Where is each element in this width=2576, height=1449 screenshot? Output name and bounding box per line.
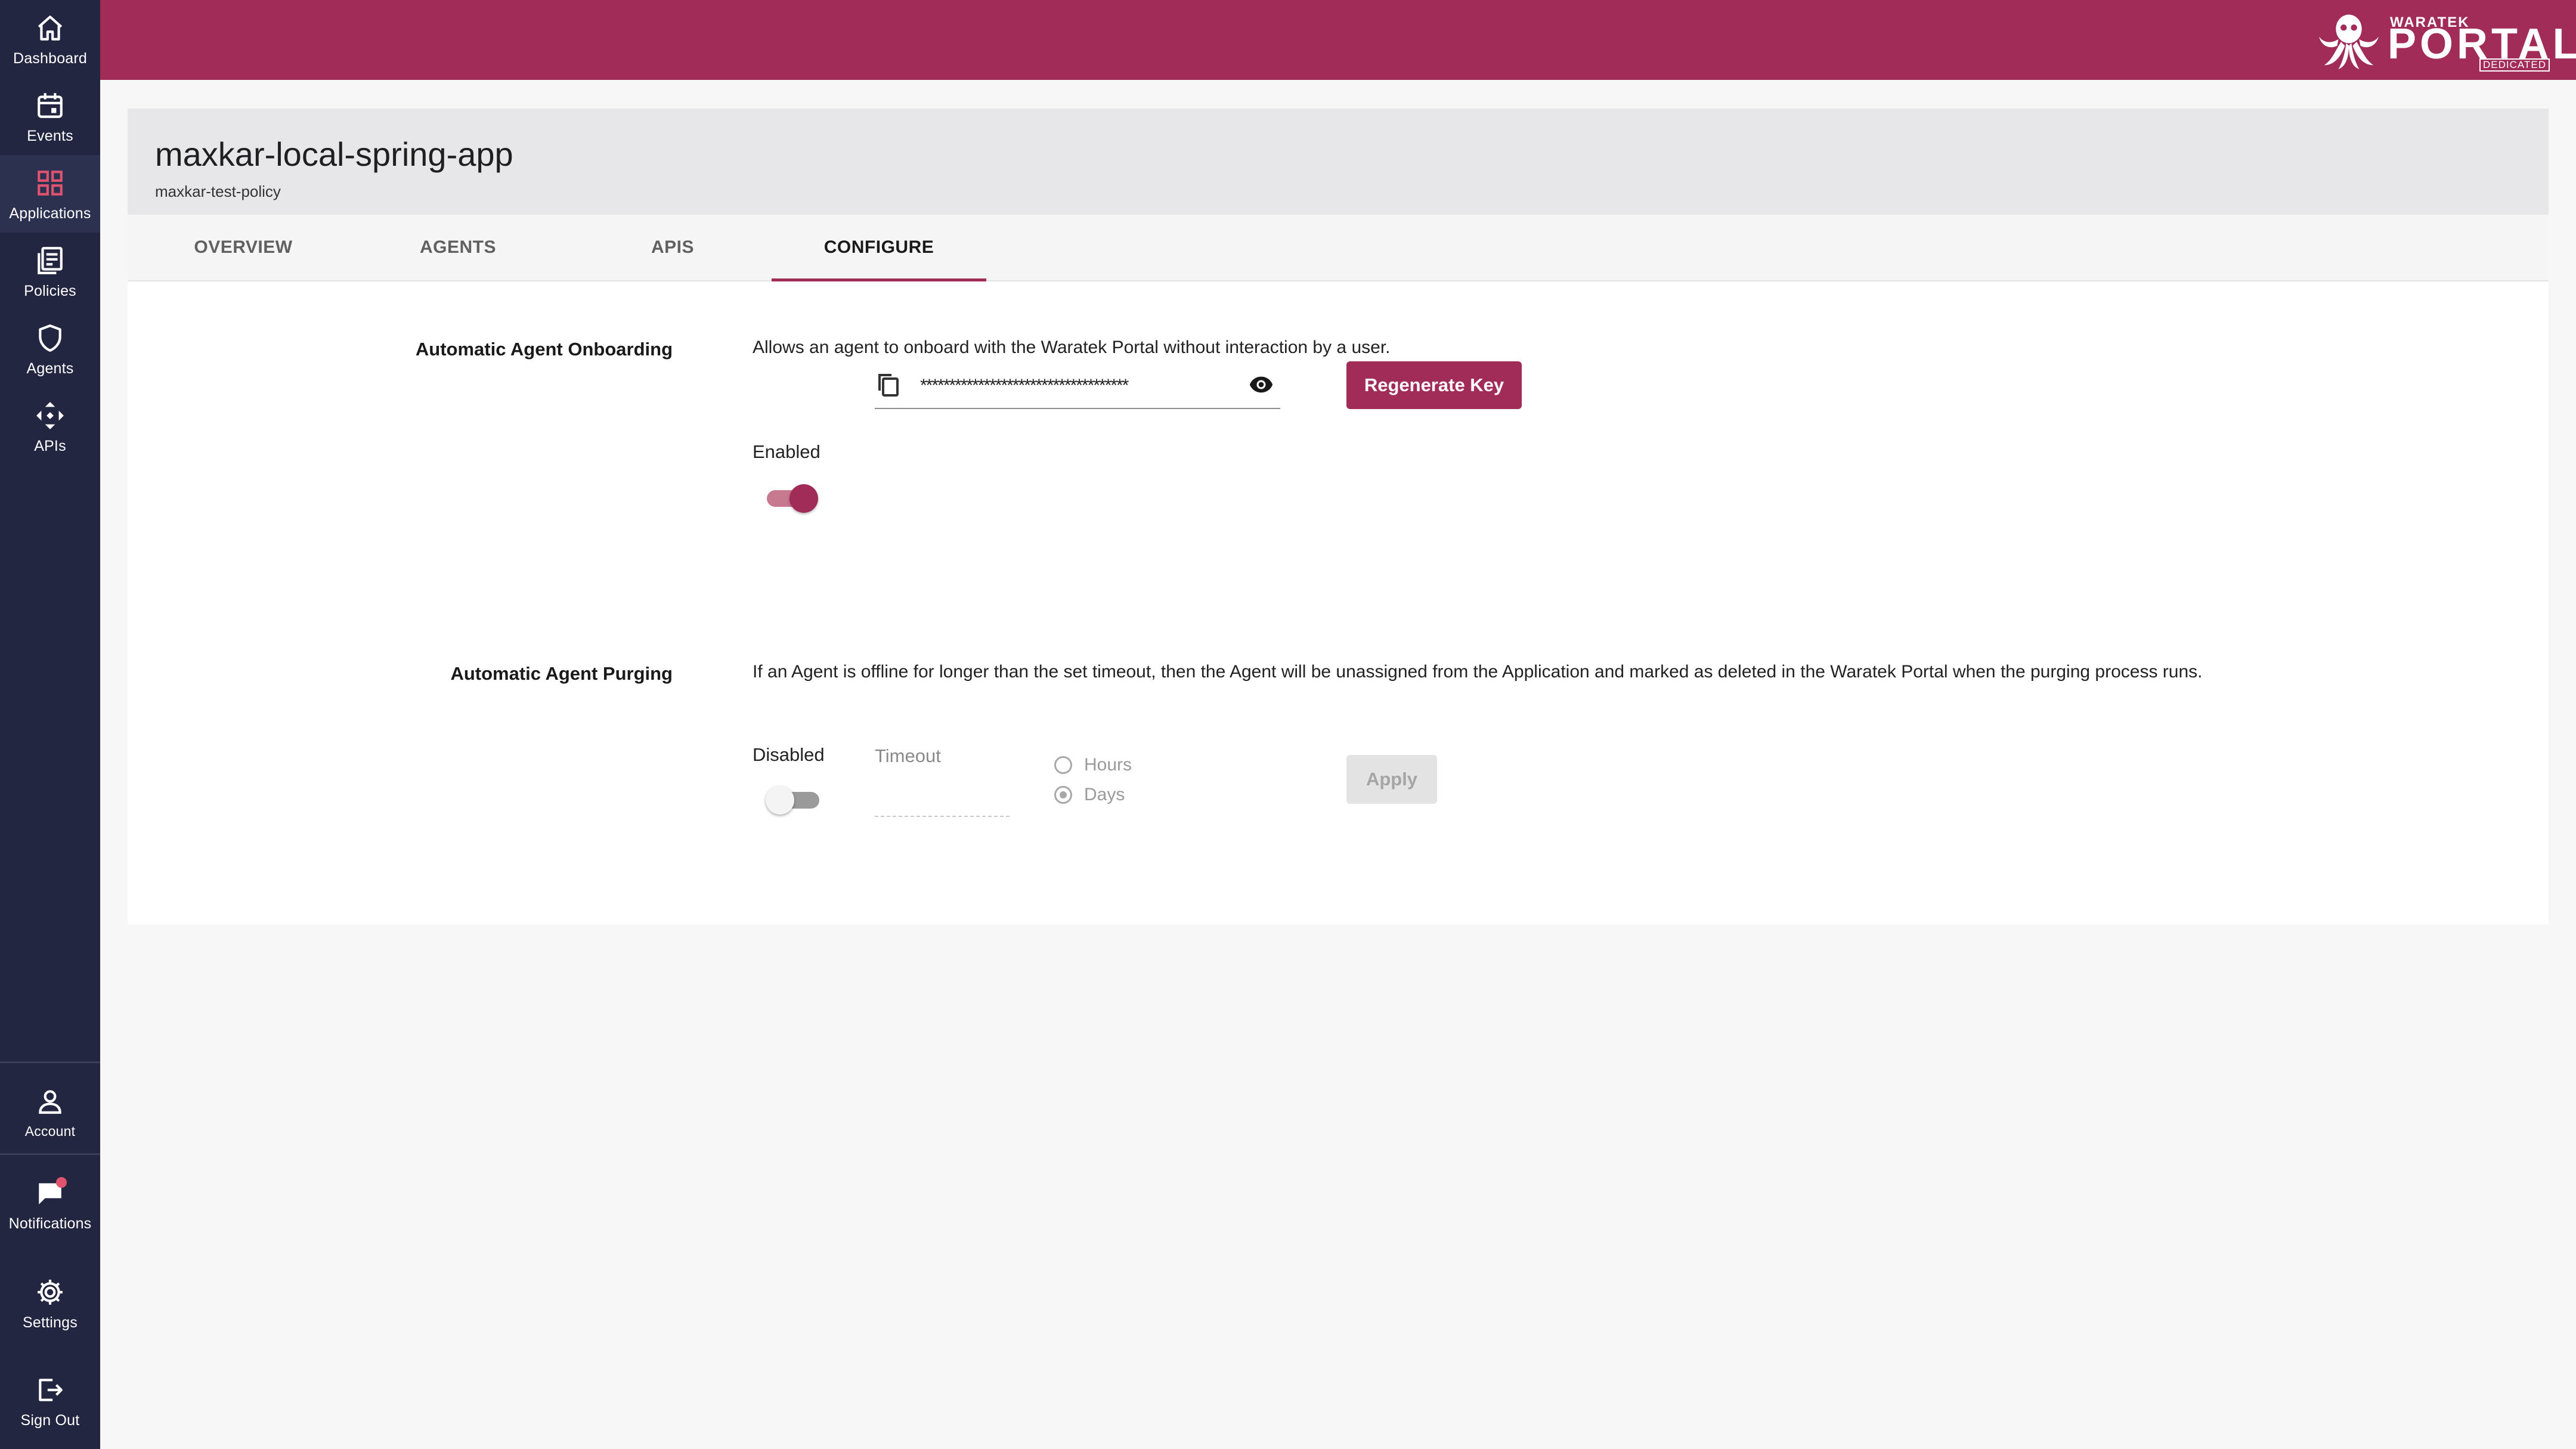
sidebar-item-label: APIs (34, 438, 66, 454)
application-card: maxkar-local-spring-app maxkar-test-poli… (128, 109, 2549, 924)
toggle-thumb (766, 786, 794, 815)
onboarding-description: Allows an agent to onboard with the Wara… (753, 338, 1391, 357)
sidebar-item-account[interactable]: Account (0, 1073, 100, 1151)
page-title: maxkar-local-spring-app (155, 135, 513, 173)
radio-days[interactable]: Days (1054, 785, 1125, 805)
onboarding-section-label: Automatic Agent Onboarding (415, 339, 673, 360)
purging-toggle[interactable] (766, 784, 823, 817)
sidebar-item-apis[interactable]: APIs (0, 388, 100, 465)
tab-apis[interactable]: APIS (565, 215, 780, 280)
sidebar-item-sign-out[interactable]: Sign Out (0, 1362, 100, 1439)
radio-label: Days (1084, 785, 1125, 804)
onboarding-toggle[interactable] (763, 482, 821, 515)
sidebar-item-settings[interactable]: Settings (0, 1264, 100, 1342)
sidebar-item-label: Policies (24, 283, 76, 299)
sidebar-item-label: Sign Out (20, 1412, 80, 1429)
radio-label: Hours (1084, 755, 1132, 775)
purging-section-label: Automatic Agent Purging (450, 663, 673, 684)
api-arrows-icon (36, 402, 64, 429)
calendar-icon (38, 93, 63, 118)
notification-badge (56, 1177, 67, 1188)
sidebar-item-events[interactable]: Events (0, 78, 100, 155)
sidebar-item-label: Events (27, 128, 73, 144)
onboarding-status-label: Enabled (753, 441, 821, 462)
timeout-label: Timeout (875, 745, 941, 766)
regenerate-key-button[interactable]: Regenerate Key (1346, 361, 1522, 409)
home-icon (38, 16, 63, 41)
application-header: maxkar-local-spring-app maxkar-test-poli… (128, 109, 2549, 215)
sidebar-item-label: Dashboard (13, 50, 88, 67)
tab-configure[interactable]: CONFIGURE (772, 215, 986, 281)
top-header: WARATEK PORTAL DEDICATED (100, 0, 2576, 80)
document-list-icon (38, 247, 63, 274)
sidebar-item-notifications[interactable]: Notifications (0, 1165, 100, 1243)
copy-icon[interactable] (876, 371, 900, 398)
sidebar-item-label: Settings (23, 1314, 78, 1331)
gear-icon (38, 1280, 63, 1305)
waratek-portal-logo[interactable]: WARATEK PORTAL DEDICATED (2316, 11, 2576, 72)
apply-button[interactable]: Apply (1346, 755, 1437, 804)
shield-icon (39, 324, 61, 352)
sidebar-item-policies[interactable]: Policies (0, 233, 100, 310)
sidebar-item-label: Applications (9, 205, 91, 222)
sidebar-divider (0, 1061, 100, 1063)
octopus-logo-icon (2319, 14, 2379, 69)
onboarding-key-field[interactable]: ************************************ (875, 359, 1280, 409)
radio-circle (1054, 756, 1072, 774)
tab-overview[interactable]: OVERVIEW (136, 215, 351, 280)
sidebar: Dashboard Events Applications Policies A… (0, 0, 100, 1449)
policy-name: maxkar-test-policy (155, 182, 281, 200)
tab-agents[interactable]: AGENTS (351, 215, 565, 280)
toggle-thumb (789, 484, 818, 513)
sidebar-divider (0, 1153, 100, 1155)
sidebar-item-label: Agents (26, 360, 74, 377)
sign-out-icon (39, 1379, 63, 1401)
tab-bar: OVERVIEW AGENTS APIS CONFIGURE (128, 215, 2549, 281)
sidebar-item-dashboard[interactable]: Dashboard (0, 0, 100, 78)
radio-hours[interactable]: Hours (1054, 755, 1132, 775)
purging-status-label: Disabled (753, 744, 825, 765)
timeout-input[interactable]: Timeout (875, 743, 1010, 817)
sidebar-item-label: Account (24, 1123, 76, 1139)
sidebar-item-label: Notifications (8, 1215, 92, 1232)
eye-icon[interactable] (1249, 374, 1273, 395)
sidebar-item-agents[interactable]: Agents (0, 310, 100, 388)
brand-dedicated-tag: DEDICATED (2479, 58, 2550, 72)
person-icon (39, 1090, 61, 1114)
sidebar-item-applications[interactable]: Applications (0, 155, 100, 233)
radio-circle (1054, 786, 1072, 804)
grid-icon (38, 171, 63, 196)
onboarding-key-mask: ************************************ (920, 376, 1129, 395)
purging-description: If an Agent is offline for longer than t… (753, 662, 2203, 682)
